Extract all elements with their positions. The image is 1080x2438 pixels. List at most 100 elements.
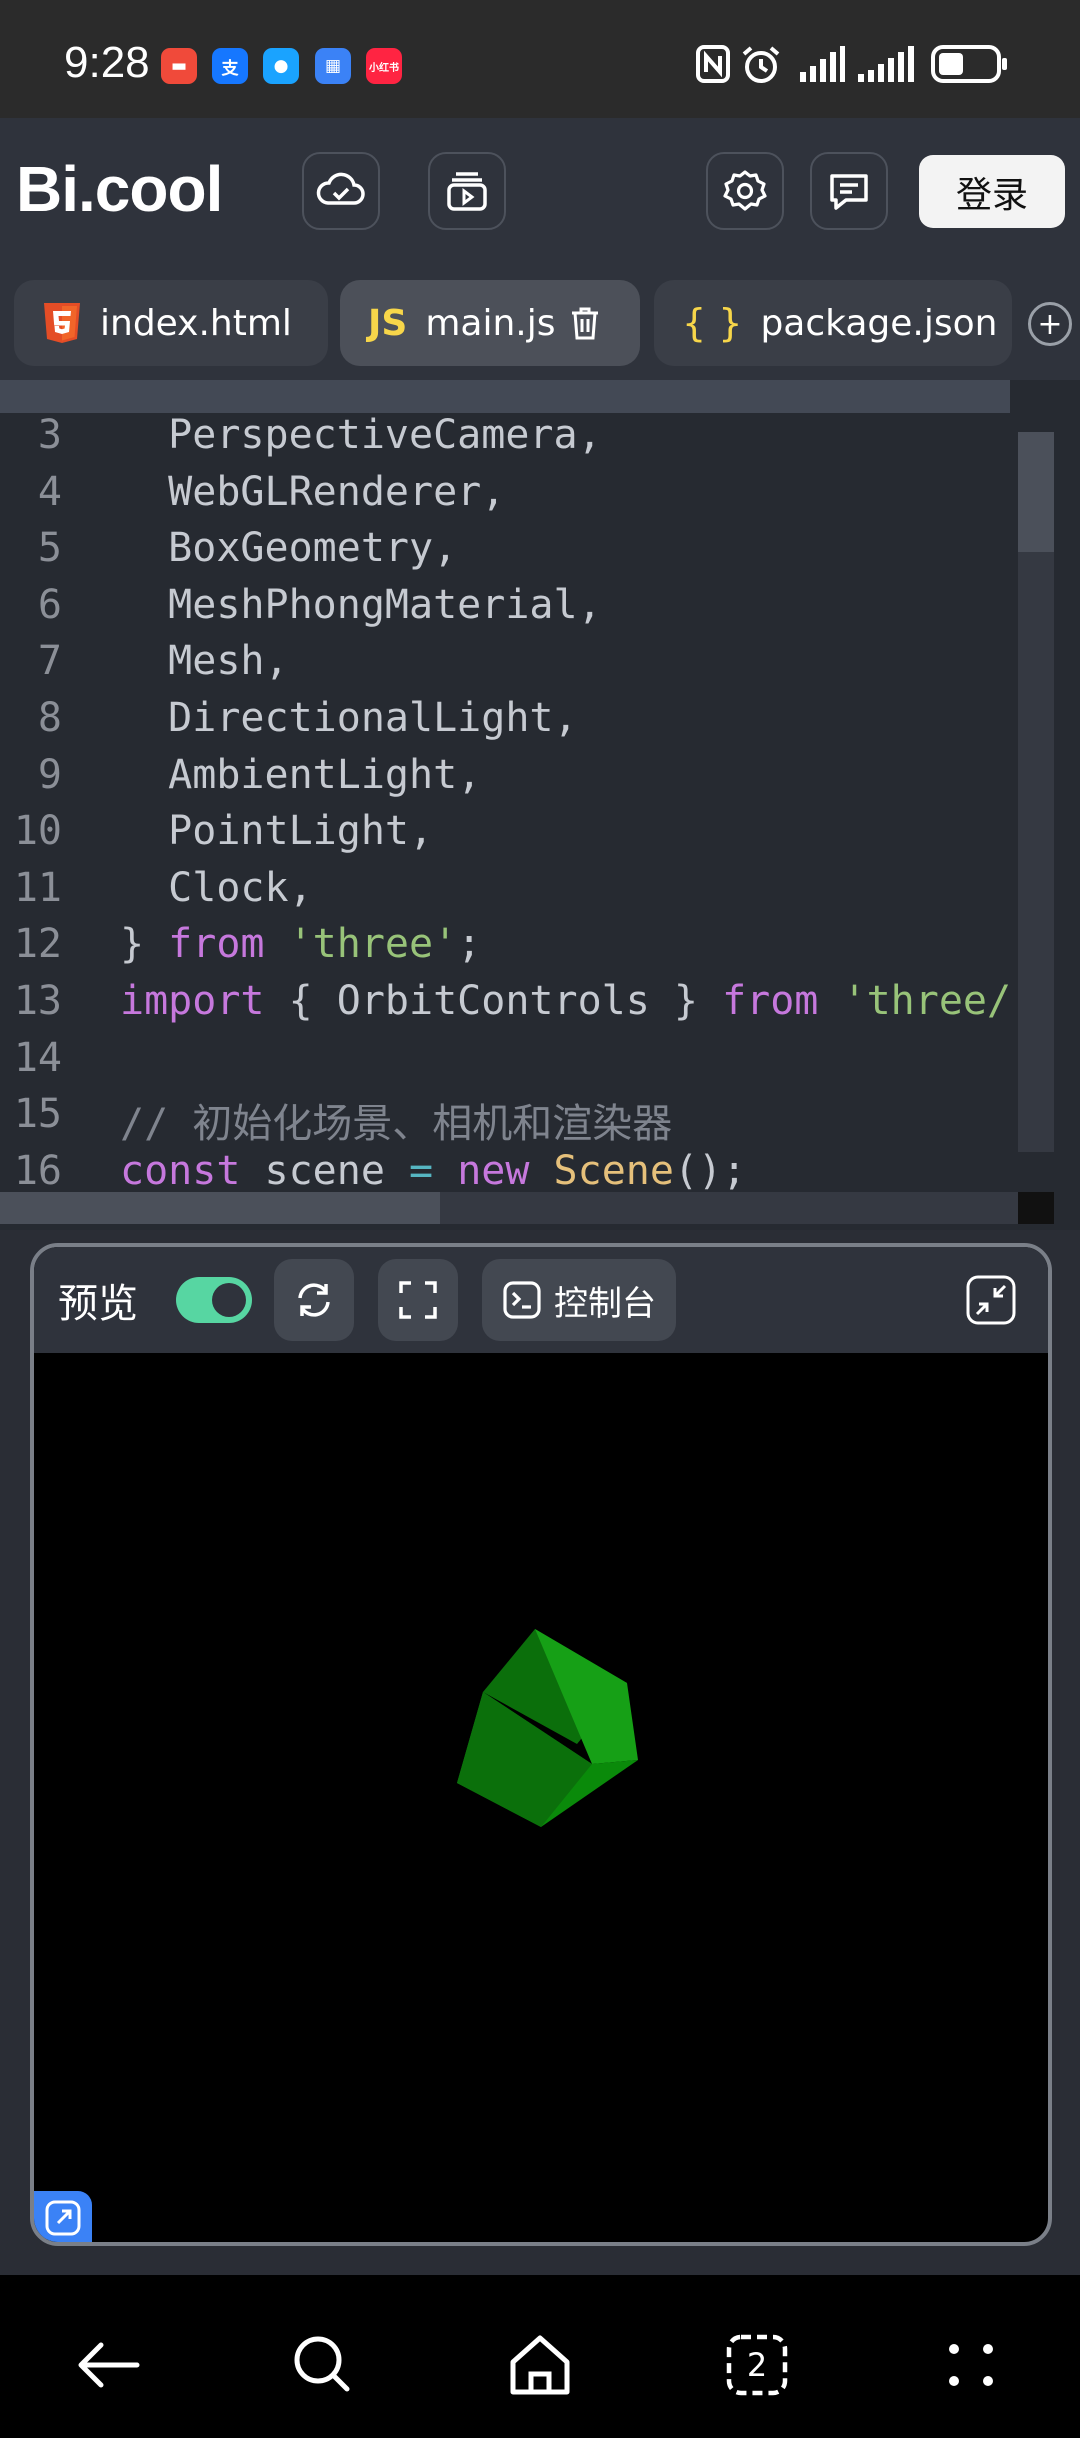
cloud-save-button[interactable] xyxy=(302,152,380,230)
code-token: // 初始化场景、相机和渲染器 xyxy=(120,1101,673,1148)
code-token: from xyxy=(168,921,265,968)
collapse-icon xyxy=(966,1275,1016,1325)
message-icon xyxy=(830,174,868,210)
code-text: } from 'three'; xyxy=(120,921,481,967)
line-number: 12 xyxy=(13,921,62,968)
line-number: 11 xyxy=(13,864,62,911)
code-text: AmbientLight, xyxy=(120,752,481,798)
code-token: const xyxy=(120,1147,241,1194)
code-token: MeshPhongMaterial, xyxy=(120,581,602,628)
code-token: BoxGeometry, xyxy=(120,525,458,572)
line-number: 4 xyxy=(37,468,62,515)
code-token: scene xyxy=(240,1147,409,1194)
fullscreen-icon xyxy=(399,1281,437,1319)
refresh-button[interactable] xyxy=(274,1259,354,1341)
app-logo[interactable]: Bi.cool xyxy=(16,152,223,226)
app-icon-xiaohongshu: 小红书 xyxy=(366,48,402,84)
login-button[interactable]: 登录 xyxy=(919,155,1065,228)
line-number: 8 xyxy=(37,695,62,741)
code-token: 'three' xyxy=(288,921,458,968)
back-button[interactable] xyxy=(68,2325,148,2405)
line-number: 7 xyxy=(37,638,62,685)
vertical-scroll-thumb[interactable] xyxy=(1018,432,1054,552)
horizontal-scroll-thumb[interactable] xyxy=(0,1192,440,1224)
preview-toolbar: 预览 控制台 xyxy=(34,1247,1048,1353)
tabs-button[interactable]: 2 xyxy=(717,2325,797,2405)
line-number: 13 xyxy=(13,978,62,1024)
code-text: MeshPhongMaterial, xyxy=(120,581,602,628)
tabs-count: 2 xyxy=(746,2346,768,2384)
signal-icon xyxy=(800,46,845,82)
html5-icon xyxy=(42,301,82,345)
collapse-preview-button[interactable] xyxy=(958,1267,1024,1333)
trash-icon[interactable] xyxy=(569,305,601,341)
tab-label: main.js xyxy=(425,302,556,344)
alarm-icon xyxy=(742,46,780,83)
code-token: Mesh, xyxy=(120,638,289,685)
battery-icon xyxy=(931,45,1007,83)
settings-button[interactable] xyxy=(706,152,784,230)
back-icon xyxy=(78,2342,140,2388)
code-token: Clock, xyxy=(120,864,313,911)
code-token: new xyxy=(457,1147,530,1194)
line-number: 6 xyxy=(37,581,62,628)
code-token: = xyxy=(409,1147,434,1194)
code-token: PointLight, xyxy=(120,808,434,855)
code-text: Mesh, xyxy=(120,638,289,685)
run-button[interactable] xyxy=(428,152,506,230)
line-number: 16 xyxy=(13,1147,62,1194)
js-icon: JS xyxy=(368,302,408,344)
preview-toggle[interactable] xyxy=(176,1277,252,1323)
tab-main-js[interactable]: JS main.js xyxy=(340,280,640,366)
external-link-icon xyxy=(45,2200,81,2236)
feedback-button[interactable] xyxy=(810,152,888,230)
line-number: 14 xyxy=(13,1034,62,1081)
preview-label: 预览 xyxy=(58,1281,138,1327)
add-tab-button[interactable]: + xyxy=(1028,302,1072,346)
more-button[interactable] xyxy=(932,2325,1012,2405)
fullscreen-button[interactable] xyxy=(378,1259,458,1341)
app-icon-chat: ● xyxy=(263,48,299,84)
code-token: ; xyxy=(457,921,482,968)
app-icon-calendar: ▦ xyxy=(315,48,351,84)
code-token: from xyxy=(722,978,819,1024)
tab-label: index.html xyxy=(100,302,292,344)
code-text: BoxGeometry, xyxy=(120,525,457,571)
status-time: 9:28 xyxy=(64,38,150,87)
gear-icon xyxy=(723,170,767,211)
tab-label: package.json xyxy=(760,302,998,344)
popout-button[interactable] xyxy=(34,2191,92,2242)
console-button[interactable]: 控制台 xyxy=(482,1259,676,1341)
preview-canvas[interactable] xyxy=(34,1353,1048,2193)
play-box-icon xyxy=(447,172,487,211)
tab-package-json[interactable]: { } package.json xyxy=(654,280,1012,366)
code-token: (); xyxy=(673,1147,747,1194)
search-button[interactable] xyxy=(283,2325,363,2405)
more-icon xyxy=(949,2344,993,2386)
home-button[interactable] xyxy=(500,2325,580,2405)
app-icon-wallet: ▬ xyxy=(161,48,197,84)
code-text: WebGLRenderer, xyxy=(120,469,505,515)
code-token: 'three/ xyxy=(842,978,1012,1024)
status-bar: 9:28 ▬ 支 ● ▦ 小红书 xyxy=(0,0,1080,118)
line-number: 15 xyxy=(13,1091,62,1138)
code-text: PointLight, xyxy=(120,808,433,854)
code-token: PerspectiveCamera, xyxy=(120,412,602,458)
code-text: Clock, xyxy=(120,865,313,911)
code-token: import xyxy=(120,978,265,1024)
line-number: 3 xyxy=(37,412,62,458)
home-icon xyxy=(510,2335,570,2395)
preview-panel: 预览 控制台 xyxy=(30,1243,1052,2246)
line-number: 9 xyxy=(37,751,62,798)
line-number: 10 xyxy=(13,808,62,855)
code-editor[interactable]: 3 PerspectiveCamera, 4 WebGLRenderer, 5 Bo… xyxy=(0,380,1080,1230)
code-token: { OrbitControls } xyxy=(264,978,723,1024)
code-text: PerspectiveCamera, xyxy=(120,412,602,458)
code-token: DirectionalLight, xyxy=(120,695,578,741)
console-label: 控制台 xyxy=(554,1283,656,1324)
tab-index-html[interactable]: index.html xyxy=(14,280,328,366)
